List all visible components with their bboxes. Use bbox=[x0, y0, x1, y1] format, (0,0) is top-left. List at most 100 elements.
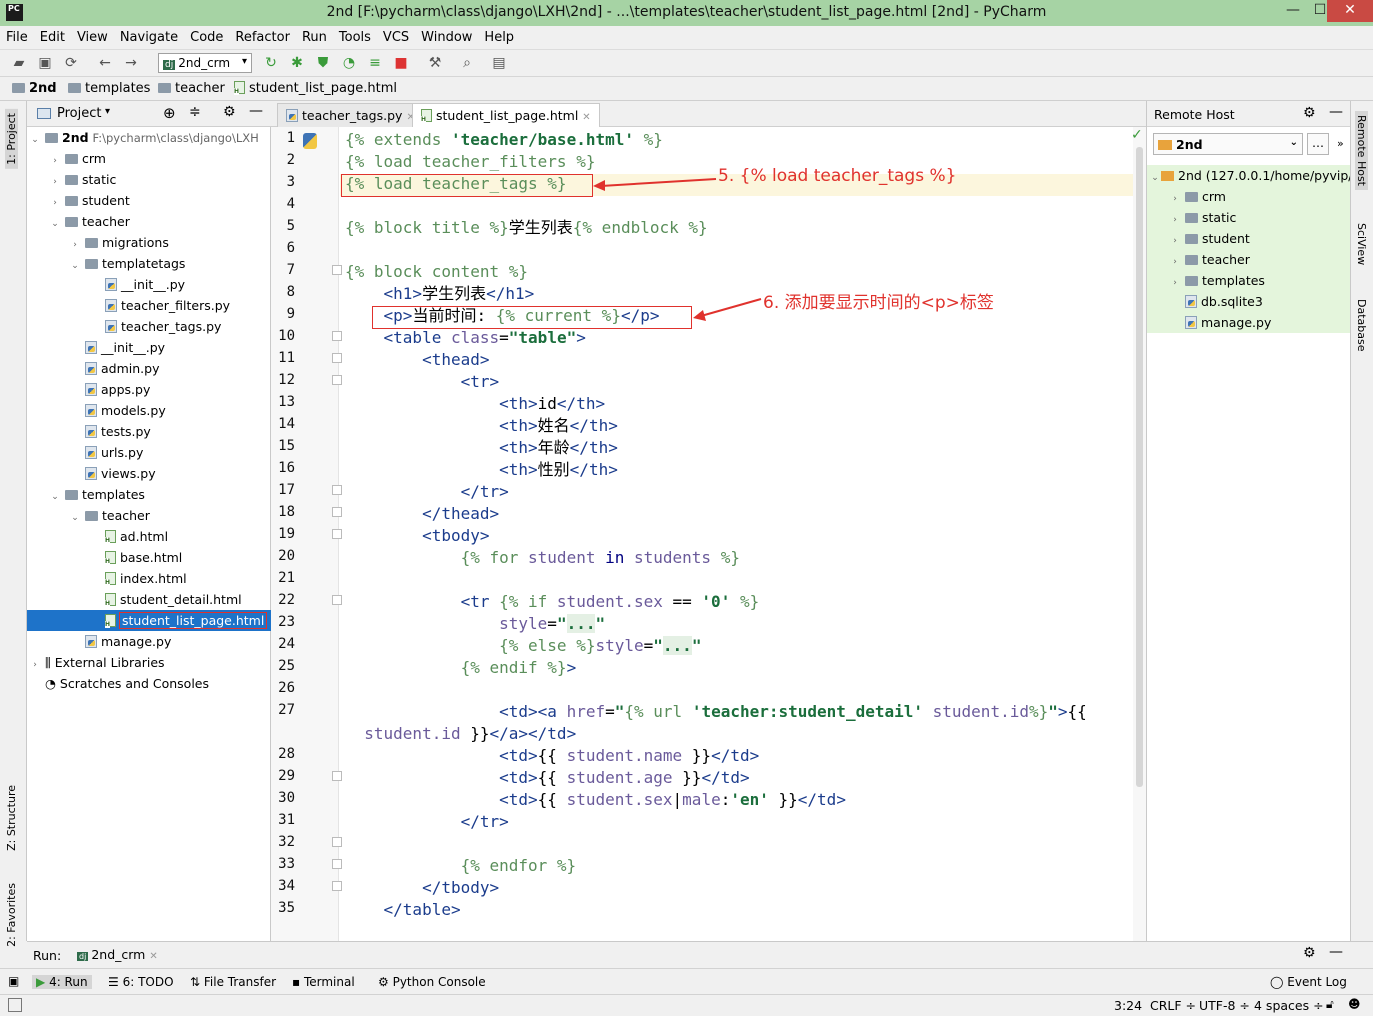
menu-window[interactable]: Window bbox=[415, 26, 478, 45]
double-chevron-icon[interactable]: » bbox=[1337, 137, 1344, 150]
menu-help[interactable]: Help bbox=[478, 26, 520, 45]
tree-item[interactable]: › crm bbox=[27, 148, 271, 169]
remote-tree-item[interactable]: › teacher bbox=[1147, 249, 1351, 270]
terminal-icon[interactable]: ▤ bbox=[490, 54, 508, 72]
tree-item[interactable]: ⌄ templates bbox=[27, 484, 271, 505]
menu-code[interactable]: Code bbox=[184, 26, 229, 45]
remote-tree-item[interactable]: › student bbox=[1147, 228, 1351, 249]
hide-panel-icon[interactable]: — bbox=[249, 103, 263, 119]
tab-teacher-tags-py[interactable]: teacher_tags.py ✕ bbox=[277, 103, 424, 127]
debug-icon[interactable]: ✱ bbox=[288, 54, 306, 72]
breadcrumb-templates[interactable]: templates bbox=[68, 81, 150, 96]
tree-item[interactable]: views.py bbox=[27, 463, 271, 484]
fold-marker-icon[interactable] bbox=[332, 859, 342, 869]
save-all-icon[interactable]: ▣ bbox=[36, 54, 54, 72]
settings-wrench-icon[interactable]: ⚒ bbox=[426, 54, 444, 72]
gear-icon[interactable]: ⚙ bbox=[223, 104, 236, 120]
collapse-all-icon[interactable]: ≑ bbox=[189, 104, 201, 120]
tab-python-console[interactable]: ⚙ Python Console bbox=[378, 975, 486, 989]
tab-todo[interactable]: ☰ 6: TODO bbox=[108, 975, 174, 989]
menu-vcs[interactable]: VCS bbox=[377, 26, 415, 45]
coverage-icon[interactable]: ⛊ bbox=[314, 54, 332, 72]
tree-item[interactable]: student_detail.html bbox=[27, 589, 271, 610]
menu-view[interactable]: View bbox=[71, 26, 114, 45]
tree-item[interactable]: index.html bbox=[27, 568, 271, 589]
scrollbar-thumb[interactable] bbox=[1136, 147, 1143, 787]
profile-icon[interactable]: ◔ bbox=[340, 54, 358, 72]
line-separator[interactable]: CRLF ÷ bbox=[1150, 998, 1196, 1013]
close-icon[interactable]: ✕ bbox=[582, 112, 590, 123]
menu-navigate[interactable]: Navigate bbox=[114, 26, 184, 45]
tree-item[interactable]: urls.py bbox=[27, 442, 271, 463]
breadcrumb-teacher[interactable]: teacher bbox=[158, 81, 225, 96]
back-icon[interactable]: ← bbox=[96, 54, 114, 72]
menu-run[interactable]: Run bbox=[296, 26, 333, 45]
tab-student-list-page-html[interactable]: student_list_page.html ✕ bbox=[412, 103, 600, 127]
fold-marker-icon[interactable] bbox=[332, 595, 342, 605]
tree-item[interactable]: base.html bbox=[27, 547, 271, 568]
breadcrumb-file[interactable]: student_list_page.html bbox=[234, 81, 397, 96]
tree-item[interactable]: models.py bbox=[27, 400, 271, 421]
gear-icon[interactable]: ⚙ bbox=[1303, 105, 1316, 121]
tree-item[interactable]: admin.py bbox=[27, 358, 271, 379]
structure-tool-tab[interactable]: Z: Structure bbox=[5, 785, 18, 851]
fold-marker-icon[interactable] bbox=[332, 529, 342, 539]
sciview-tool-tab[interactable]: SciView bbox=[1355, 223, 1368, 265]
tree-item[interactable]: ⌄ templatetags bbox=[27, 253, 271, 274]
file-encoding[interactable]: UTF-8 ÷ bbox=[1199, 998, 1250, 1013]
inspector-icon[interactable]: ☻ bbox=[1348, 997, 1361, 1011]
remote-tree-item[interactable]: › crm bbox=[1147, 186, 1351, 207]
menu-refactor[interactable]: Refactor bbox=[229, 26, 296, 45]
remote-tree-item[interactable]: manage.py bbox=[1147, 312, 1351, 333]
chevron-down-icon[interactable]: ▾ bbox=[105, 106, 110, 117]
tree-item[interactable]: tests.py bbox=[27, 421, 271, 442]
tree-item[interactable]: › ⫼ External Libraries bbox=[27, 652, 271, 673]
fold-marker-icon[interactable] bbox=[332, 353, 342, 363]
fold-marker-icon[interactable] bbox=[332, 771, 342, 781]
tree-item[interactable]: ◔ Scratches and Consoles bbox=[27, 673, 271, 694]
tree-item[interactable]: manage.py bbox=[27, 631, 271, 652]
tree-item[interactable]: ⌄ teacher bbox=[27, 211, 271, 232]
remote-tree-item[interactable]: db.sqlite3 bbox=[1147, 291, 1351, 312]
tree-item[interactable]: ad.html bbox=[27, 526, 271, 547]
tree-item[interactable]: __init__.py bbox=[27, 274, 271, 295]
tree-item[interactable]: teacher_tags.py bbox=[27, 316, 271, 337]
tree-item[interactable]: › student bbox=[27, 190, 271, 211]
close-window-button[interactable]: ✕ bbox=[1327, 0, 1373, 22]
close-icon[interactable]: ✕ bbox=[149, 951, 157, 962]
locate-icon[interactable]: ⊕ bbox=[163, 104, 176, 122]
caret-position[interactable]: 3:24 bbox=[1114, 998, 1142, 1013]
fold-marker-icon[interactable] bbox=[332, 265, 342, 275]
menu-tools[interactable]: Tools bbox=[333, 26, 377, 45]
search-icon[interactable]: ⌕ bbox=[458, 54, 476, 72]
database-tool-tab[interactable]: Database bbox=[1355, 299, 1368, 352]
open-folder-icon[interactable]: ▰ bbox=[10, 54, 28, 72]
tab-run[interactable]: ▶ 4: Run bbox=[32, 975, 92, 989]
tab-file-transfer[interactable]: ⇅ File Transfer bbox=[190, 975, 276, 989]
favorites-tool-tab[interactable]: 2: Favorites bbox=[5, 883, 18, 947]
layout-icon[interactable]: ▣ bbox=[8, 974, 19, 988]
stop-icon[interactable]: ■ bbox=[392, 54, 410, 72]
fold-marker-icon[interactable] bbox=[332, 375, 342, 385]
remote-root[interactable]: ⌄ 2nd (127.0.0.1/home/pyvip/p bbox=[1147, 165, 1360, 186]
fold-marker-icon[interactable] bbox=[332, 331, 342, 341]
project-view-select[interactable]: Project bbox=[57, 106, 101, 121]
run-tab[interactable]: dj 2nd_crm ✕ bbox=[77, 947, 158, 962]
breadcrumb-root[interactable]: 2nd bbox=[12, 81, 57, 96]
fold-marker-icon[interactable] bbox=[332, 507, 342, 517]
fold-marker-icon[interactable] bbox=[332, 485, 342, 495]
hide-panel-icon[interactable]: — bbox=[1329, 104, 1343, 120]
forward-icon[interactable]: → bbox=[122, 54, 140, 72]
host-select[interactable]: 2nd ⌄ bbox=[1153, 133, 1303, 155]
indent-setting[interactable]: 4 spaces ÷ bbox=[1254, 998, 1324, 1013]
fold-marker-icon[interactable] bbox=[332, 881, 342, 891]
remote-tree-item[interactable]: › templates bbox=[1147, 270, 1351, 291]
remote-tree-item[interactable]: › static bbox=[1147, 207, 1351, 228]
tree-item[interactable]: › migrations bbox=[27, 232, 271, 253]
event-log-button[interactable]: ◯ Event Log bbox=[1270, 975, 1347, 989]
project-tool-tab[interactable]: 1: Project bbox=[5, 109, 18, 169]
fold-marker-icon[interactable] bbox=[332, 837, 342, 847]
tree-item[interactable]: › static bbox=[27, 169, 271, 190]
code-editor[interactable]: 1 2 3 4 5 6 7 8 9 10 11 12 13 14 15 16 17 18 19 20 21 22 23 24 2… bbox=[271, 127, 1146, 941]
menu-file[interactable]: File bbox=[0, 26, 34, 45]
